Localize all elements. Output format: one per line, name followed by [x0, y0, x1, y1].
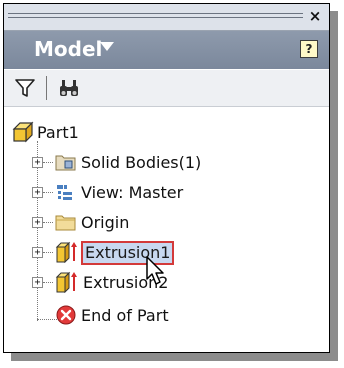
binoculars-icon[interactable]	[58, 77, 80, 99]
browser-toolbar	[4, 70, 329, 107]
titlebar-grip	[8, 17, 303, 18]
tree-item-label: Origin	[81, 213, 130, 232]
tree-item-label: Solid Bodies(1)	[81, 153, 202, 172]
model-dropdown-label[interactable]: Model	[34, 37, 102, 61]
close-button[interactable]: ×	[306, 6, 324, 26]
tree-item-extrusion1[interactable]: + Extrusion1	[30, 241, 250, 265]
tree-item-view-master[interactable]: + View: Master	[30, 181, 250, 205]
tree-item-end-of-part[interactable]: End of Part	[30, 304, 250, 328]
extrusion-icon	[55, 271, 77, 293]
solid-bodies-icon	[55, 155, 76, 171]
tree-connector	[43, 162, 53, 163]
model-tree: Part1 + Solid Bodies(1) + View: Master +…	[4, 107, 329, 352]
expand-toggle[interactable]: +	[32, 277, 43, 288]
titlebar-grip	[8, 13, 303, 14]
browser-header: Model ?	[4, 31, 329, 69]
view-icon	[57, 185, 72, 200]
tree-item-extrusion2[interactable]: + Extrusion2	[30, 271, 250, 295]
tree-item-origin[interactable]: + Origin	[30, 211, 250, 235]
tree-item-solid-bodies[interactable]: + Solid Bodies(1)	[30, 151, 250, 175]
tree-item-label: Part1	[37, 123, 79, 142]
expand-toggle[interactable]: +	[32, 187, 43, 198]
extrusion-icon	[55, 241, 77, 263]
expand-toggle[interactable]: +	[32, 217, 43, 228]
end-of-part-icon	[56, 305, 76, 325]
mouse-cursor-icon	[146, 256, 164, 285]
chevron-down-icon[interactable]	[100, 42, 114, 51]
expand-toggle[interactable]: +	[32, 157, 43, 168]
folder-icon	[55, 215, 76, 231]
tree-connector	[43, 282, 53, 283]
tree-connector	[43, 252, 53, 253]
part-icon	[12, 121, 34, 143]
expand-toggle[interactable]: +	[32, 247, 43, 258]
tree-item-label: End of Part	[81, 306, 169, 325]
tree-connector	[43, 192, 53, 193]
filter-icon[interactable]	[14, 77, 36, 99]
tree-item-part1[interactable]: Part1	[12, 121, 212, 145]
tree-item-label: View: Master	[81, 183, 184, 202]
tree-connector	[43, 222, 53, 223]
help-button[interactable]: ?	[300, 40, 318, 58]
model-browser-panel: × Model ? Part1 + Solid Bodies(1) + View…	[3, 3, 330, 353]
toolbar-separator	[46, 76, 47, 100]
panel-titlebar[interactable]: ×	[4, 4, 329, 31]
